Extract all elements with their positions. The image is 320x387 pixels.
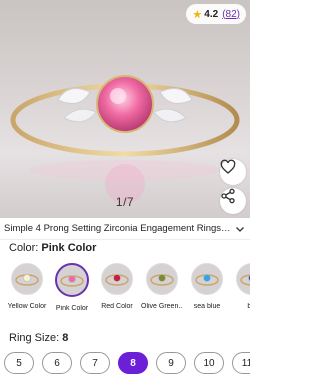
rating-count-link[interactable]: (82) (222, 9, 240, 20)
size-option-10[interactable]: 10 (194, 352, 224, 374)
ring-size-list: 5 6 7 8 9 10 11 (4, 352, 250, 376)
size-label-text: Ring Size: (9, 332, 60, 344)
color-swatch-yellow[interactable]: Yellow Color (6, 263, 48, 310)
swatch-label: blu (247, 303, 250, 310)
product-image-gallery[interactable]: ★ 4.2 (82) 1/7 (0, 0, 250, 218)
product-title-row[interactable]: Simple 4 Prong Setting Zirconia Engageme… (0, 218, 250, 240)
swatch-label: Olive Green... (141, 303, 183, 310)
color-swatch-sea-blue[interactable]: sea blue (186, 263, 228, 310)
color-selector-label: Color: Pink Color (9, 242, 96, 254)
color-swatch-pink[interactable]: Pink Color (51, 263, 93, 312)
swatch-label: Yellow Color (7, 303, 47, 310)
share-icon (221, 188, 235, 204)
size-option-7[interactable]: 7 (80, 352, 110, 374)
ring-thumbnail-icon (60, 275, 84, 287)
ring-size-label: Ring Size: 8 (9, 332, 68, 344)
size-option-5[interactable]: 5 (4, 352, 34, 374)
ring-thumbnail-icon (195, 274, 219, 286)
swatch-image (101, 263, 133, 295)
size-option-11[interactable]: 11 (232, 352, 250, 374)
ring-thumbnail-icon (150, 274, 174, 286)
ring-thumbnail-icon (105, 274, 129, 286)
star-icon: ★ (192, 8, 203, 21)
ring-product-image (10, 75, 240, 204)
swatch-image (236, 263, 250, 295)
chevron-down-icon[interactable] (234, 223, 246, 235)
favorite-button[interactable] (220, 159, 246, 185)
color-label-text: Color: (9, 242, 39, 254)
ring-thumbnail-icon (240, 274, 250, 286)
swatch-label: Red Color (101, 303, 133, 310)
share-button[interactable] (220, 188, 246, 214)
swatch-label: sea blue (193, 303, 221, 310)
heart-icon (220, 159, 236, 174)
rating-score: 4.2 (204, 8, 219, 20)
color-swatch-red[interactable]: Red Color (96, 263, 138, 310)
color-swatch-olive-green[interactable]: Olive Green... (141, 263, 183, 310)
swatch-image (55, 263, 89, 297)
selected-size-value: 8 (62, 332, 69, 344)
ring-thumbnail-icon (15, 274, 39, 286)
image-counter: 1/7 (115, 195, 135, 209)
size-option-6[interactable]: 6 (42, 352, 72, 374)
size-option-8[interactable]: 8 (118, 352, 148, 374)
swatch-label: Pink Color (55, 305, 89, 312)
color-swatch-list: Yellow Color Pink Color Red Color Olive … (6, 263, 250, 319)
swatch-image (146, 263, 178, 295)
rating-badge[interactable]: ★ 4.2 (82) (186, 4, 246, 24)
size-option-9[interactable]: 9 (156, 352, 186, 374)
product-title: Simple 4 Prong Setting Zirconia Engageme… (4, 223, 232, 234)
selected-color-value: Pink Color (41, 242, 97, 254)
color-swatch-blue[interactable]: blu (231, 263, 250, 310)
swatch-image (11, 263, 43, 295)
swatch-image (191, 263, 223, 295)
